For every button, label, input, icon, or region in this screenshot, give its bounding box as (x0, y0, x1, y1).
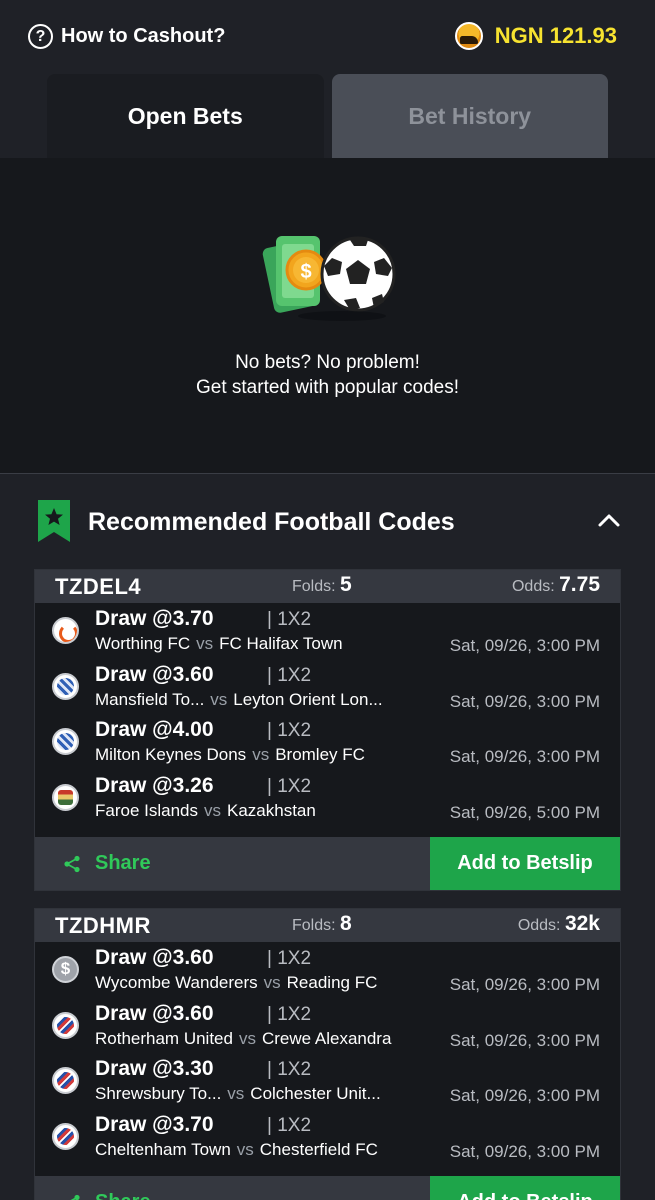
recommended-header: Recommended Football Codes (0, 498, 655, 548)
bet-pick: Draw @3.70 (95, 607, 214, 630)
balance-amount: NGN 121.93 (494, 23, 617, 48)
team-logo-icon (52, 1122, 79, 1150)
team-logo-icon (52, 672, 79, 700)
booking-code[interactable]: TZDHMR (55, 913, 151, 939)
team-logo-icon (52, 1067, 79, 1094)
bet-kickoff: Sat, 09/26, 3:00 PM (449, 975, 600, 994)
tab-open-bets[interactable]: Open Bets (47, 74, 324, 158)
bet-row[interactable]: Draw @3.30 | 1X2 Shrewsbury To... vs Colch… (35, 1053, 620, 1109)
bet-market: | 1X2 (267, 720, 312, 741)
bet-match: Wycombe Wanderers vs Reading FC (95, 973, 378, 992)
code-card-footer: Share Add to Betslip (35, 837, 620, 890)
share-label: Share (95, 852, 151, 874)
bet-row[interactable]: Draw @3.70 | 1X2 Cheltenham Town vs Cheste… (35, 1109, 620, 1165)
add-to-betslip-button[interactable]: Add to Betslip (430, 1176, 620, 1200)
bet-pick: Draw @3.60 (95, 662, 214, 686)
bet-kickoff: Sat, 09/26, 3:00 PM (449, 747, 600, 766)
code-card-header: TZDHMR Folds: 8 Odds: 32k (35, 909, 620, 942)
svg-text:$: $ (300, 261, 311, 283)
empty-state-message: No bets? No problem! Get started with po… (0, 350, 655, 400)
bet-match: Worthing FC vs FC Halifax Town (95, 634, 343, 653)
code-card-footer: Share Add to Betslip (35, 1176, 620, 1200)
code-card: TZDHMR Folds: 8 Odds: 32k Draw @3.60 | 1… (34, 908, 621, 1200)
share-icon (64, 855, 80, 872)
coin-icon (454, 22, 483, 50)
bet-market: | 1X2 (267, 664, 312, 686)
bet-pick: Draw @3.30 (95, 1057, 214, 1080)
chevron-up-icon[interactable] (597, 512, 621, 528)
folds-count: Folds: 5 (292, 573, 352, 596)
share-button[interactable]: Share (35, 1176, 430, 1200)
bet-list-fade (35, 823, 620, 837)
bet-pick: Draw @3.26 (95, 773, 214, 797)
bet-match: Milton Keynes Dons vs Bromley FC (95, 745, 365, 764)
bet-match: Mansfield To... vs Leyton Orient Lon... (95, 689, 383, 709)
how-to-cashout-label: How to Cashout? (61, 25, 226, 47)
bet-pick: Draw @3.70 (95, 1112, 214, 1136)
bet-pick: Draw @4.00 (95, 718, 214, 741)
share-icon (66, 1194, 80, 1200)
add-to-betslip-button[interactable]: Add to Betslip (430, 837, 620, 890)
top-bar: ? How to Cashout? NGN 121.93 (0, 0, 655, 74)
bet-kickoff: Sat, 09/26, 3:00 PM (449, 636, 600, 655)
empty-state-line-2: Get started with popular codes! (196, 377, 459, 398)
bet-match: Faroe Islands vs Kazakhstan (95, 800, 316, 820)
bets-tabs: Open Bets Bet History (47, 74, 608, 158)
folds-count: Folds: 8 (292, 912, 352, 935)
bet-market: | 1X2 (267, 1114, 312, 1136)
bet-pick: Draw @3.60 (95, 1001, 214, 1025)
team-logo-icon (52, 1011, 79, 1039)
bet-pick: Draw @3.60 (95, 946, 214, 969)
team-logo-icon (52, 617, 79, 644)
bet-kickoff: Sat, 09/26, 3:00 PM (449, 1141, 600, 1161)
section-divider (0, 473, 655, 474)
question-circle-icon: ? (28, 24, 53, 49)
star-bookmark-icon (38, 500, 70, 542)
bet-market: | 1X2 (267, 1059, 312, 1080)
share-label: Share (95, 1191, 151, 1200)
code-card-header: TZDEL4 Folds: 5 Odds: 7.75 (35, 570, 620, 603)
bet-match: Shrewsbury To... vs Colchester Unit... (95, 1084, 381, 1103)
bet-market: | 1X2 (267, 948, 312, 969)
bet-list-fade (35, 1162, 620, 1176)
bet-kickoff: Sat, 09/26, 5:00 PM (449, 802, 600, 822)
bet-list: Draw @3.70 | 1X2 Worthing FC vs FC Halifax… (35, 603, 620, 837)
team-logo-icon (52, 956, 79, 983)
team-logo-icon (52, 728, 79, 755)
bet-market: | 1X2 (267, 609, 312, 630)
share-button[interactable]: Share (35, 837, 430, 890)
tab-bet-history[interactable]: Bet History (331, 74, 608, 158)
bet-list: Draw @3.60 | 1X2 Wycombe WanderersvsRead… (35, 942, 620, 1176)
cash-ball-illustration: $ (262, 236, 396, 321)
bet-row[interactable]: Draw @3.60 | 1X2 Wycombe WanderersvsRead… (35, 942, 620, 998)
code-card: TZDEL4 Folds: 5 Odds: 7.75 Draw @3.70 | … (34, 569, 621, 891)
bet-match: Cheltenham Town vs Chesterfield FC (95, 1139, 378, 1159)
bet-kickoff: Sat, 09/26, 3:00 PM (449, 691, 600, 711)
bet-kickoff: Sat, 09/26, 3:00 PM (449, 1086, 600, 1105)
bet-market: | 1X2 (267, 1003, 312, 1025)
bet-match: Rotherham United vs Crewe Alexandra (95, 1028, 392, 1048)
team-logo-icon (52, 783, 79, 811)
bet-row[interactable]: Draw @3.60 | 1X2 Mansfield To... vs Leyton… (35, 659, 620, 715)
bet-row[interactable]: Draw @3.60 | 1X2 Rotherham United vs Crewe… (35, 998, 620, 1054)
bet-row[interactable]: Draw @3.26 | 1X2 Faroe Islands vs Kazakhst… (35, 770, 620, 826)
booking-code[interactable]: TZDEL4 (55, 574, 141, 600)
bet-kickoff: Sat, 09/26, 3:00 PM (449, 1030, 600, 1050)
total-odds: Odds: 32k (517, 912, 600, 935)
bet-row[interactable]: Draw @4.00 | 1X2 Milton Keynes Dons vs Bro… (35, 714, 620, 770)
bet-row[interactable]: Draw @3.70 | 1X2 Worthing FC vs FC Halifax… (35, 603, 620, 659)
balance-display[interactable]: NGN 121.93 (454, 22, 617, 50)
empty-state-line-1: No bets? No problem! (235, 352, 420, 373)
bet-market: | 1X2 (267, 775, 312, 797)
total-odds: Odds: 7.75 (511, 573, 600, 596)
how-to-cashout-link[interactable]: ? How to Cashout? (28, 24, 225, 49)
recommended-title: Recommended Football Codes (88, 508, 455, 536)
